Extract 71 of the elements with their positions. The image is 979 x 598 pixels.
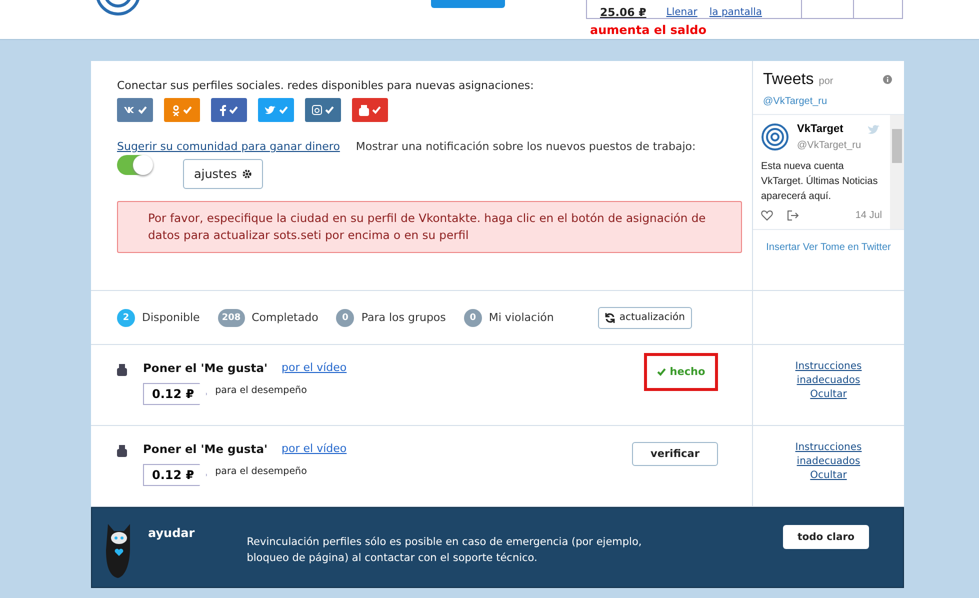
video-icon xyxy=(117,364,127,376)
help-title: ayudar xyxy=(148,526,195,542)
video-link[interactable]: por el vídeo xyxy=(282,442,347,456)
refresh-button[interactable]: actualización xyxy=(598,306,692,328)
video-icon xyxy=(117,445,127,457)
price-tag: 0.12 ₽ xyxy=(143,383,208,405)
done-button[interactable]: hecho xyxy=(644,353,718,391)
settings-icon xyxy=(242,169,252,179)
task-title: Poner el 'Me gusta' xyxy=(143,361,268,375)
top-up-link[interactable]: Llenar xyxy=(666,8,698,18)
city-alert: Por favor, especifique la ciudad en su perfil de Vkontakte. haga clic en el botón de asignación de datos para actualizar sots.seti por encima o en su perfil xyxy=(117,201,742,253)
suggest-community-link[interactable]: Sugerir su comunidad para ganar dinero xyxy=(117,140,340,153)
verify-button[interactable]: verificar xyxy=(632,442,718,466)
social-network-button[interactable] xyxy=(305,98,341,122)
task-option-link[interactable]: Instrucciones xyxy=(795,361,862,372)
video-link[interactable]: por el vídeo xyxy=(282,361,347,375)
tweet-handle: @VkTarget_ru xyxy=(797,140,862,151)
task-option-link[interactable]: Ocultar xyxy=(810,389,847,400)
notification-toggle[interactable] xyxy=(117,155,151,175)
bird-logo-icon xyxy=(264,106,276,114)
tweets-title: Tweets xyxy=(763,71,814,88)
social-network-button[interactable] xyxy=(352,98,388,122)
balance-amount: 25.06 ₽ xyxy=(600,8,648,18)
task-title: Poner el 'Me gusta' xyxy=(143,442,268,456)
price-note: para el desempeño xyxy=(215,384,307,396)
check-icon xyxy=(325,106,334,114)
tweet-author: VkTarget xyxy=(797,123,844,135)
task-option-link[interactable]: inadecuados xyxy=(796,375,860,386)
got-it-button[interactable]: todo claro xyxy=(783,525,869,549)
scrollbar[interactable] xyxy=(890,115,904,229)
notification-label: Mostrar una notificación sobre los nuevos puestos de trabajo: xyxy=(356,140,696,153)
check-icon xyxy=(372,106,381,114)
embed-link[interactable]: Insertar Ver Tome en Twitter xyxy=(753,242,904,253)
heart-icon[interactable] xyxy=(761,210,773,221)
task-option-link[interactable]: Instrucciones xyxy=(795,442,862,453)
task-tab[interactable]: Disponible xyxy=(142,311,200,324)
task-tab[interactable]: Completado xyxy=(252,311,318,324)
task-tab[interactable]: Mi violación xyxy=(488,311,554,324)
tweet-text: Esta nueva cuenta VkTarget. Últimas Noticias aparecerá aquí. xyxy=(761,160,879,204)
camera-logo-icon xyxy=(312,105,322,115)
check-icon xyxy=(138,106,146,114)
facebook-logo-icon xyxy=(220,104,226,116)
social-network-button[interactable] xyxy=(211,98,247,122)
price-tag: 0.12 ₽ xyxy=(143,464,208,486)
top-up-link[interactable]: la pantalla xyxy=(709,8,762,18)
check-icon xyxy=(183,106,192,114)
person-logo-icon xyxy=(172,104,180,116)
tweet-date: 14 Jul xyxy=(855,210,882,221)
task-option-link[interactable]: inadecuados xyxy=(796,456,860,467)
info-icon xyxy=(883,75,892,84)
refresh-icon xyxy=(605,312,616,322)
twitter-handle-link[interactable]: @VkTarget_ru xyxy=(763,96,828,107)
social-network-button[interactable] xyxy=(164,98,200,122)
bird-icon xyxy=(868,125,880,135)
settings-button[interactable]: ajustes xyxy=(183,159,263,189)
check-icon xyxy=(229,106,238,114)
top-up-hint: aumenta el saldo xyxy=(590,23,706,37)
social-title: Conectar sus perfiles sociales. redes disponibles para nuevas asignaciones: xyxy=(117,79,535,92)
task-tab[interactable]: Para los grupos xyxy=(361,311,446,324)
check-icon xyxy=(278,106,288,114)
price-note: para el desempeño xyxy=(215,466,307,476)
social-network-button[interactable] xyxy=(258,98,294,122)
target-avatar-icon xyxy=(761,123,789,151)
vk-logo-icon xyxy=(124,106,134,114)
task-option-link[interactable]: Ocultar xyxy=(810,470,847,481)
tube-logo-icon xyxy=(359,104,369,116)
check-icon xyxy=(656,368,666,376)
by-label: por xyxy=(818,76,834,87)
share-icon[interactable] xyxy=(787,210,799,221)
social-network-button[interactable] xyxy=(117,98,153,122)
help-text: Revinculación perfiles sólo es posible en caso de emergencia (por ejemplo, bloqueo de página) al contactar con el soporte técnico. xyxy=(246,535,643,566)
